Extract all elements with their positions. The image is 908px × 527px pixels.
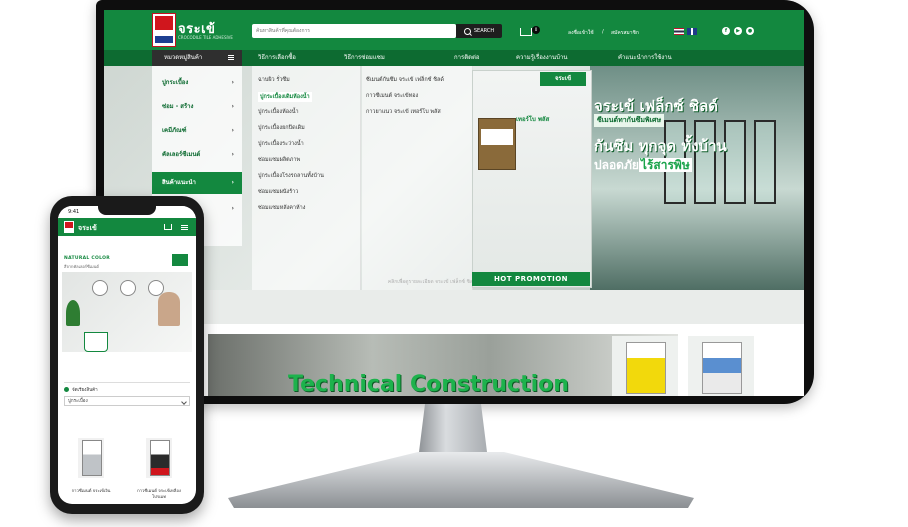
category-menu-button[interactable]: หมวดหมู่สินค้า bbox=[152, 50, 242, 66]
uk-flag-icon[interactable] bbox=[687, 28, 697, 35]
promo-brand-logo: จระเข้ bbox=[540, 72, 586, 86]
line-icon[interactable]: ● bbox=[746, 27, 754, 35]
plant-image bbox=[66, 300, 80, 326]
category-item-tiling[interactable]: ปูกระเบื้อง › bbox=[152, 72, 242, 94]
feature-badge-icon bbox=[148, 280, 164, 296]
mobile-cart-icon[interactable] bbox=[164, 224, 172, 230]
mobile-product-card[interactable] bbox=[78, 438, 104, 478]
filter-dot-icon bbox=[64, 387, 69, 392]
search-input[interactable] bbox=[256, 24, 452, 38]
brand-logo[interactable] bbox=[152, 13, 176, 47]
chevron-right-icon: › bbox=[231, 79, 234, 86]
product-bag-image bbox=[478, 118, 516, 170]
mobile-header: จระเข้ bbox=[58, 218, 196, 236]
category-label: คัลเลอร์ซีเมนต์ bbox=[162, 151, 201, 158]
submenu-item[interactable]: ซ่อมแซมหลังคาห้าง bbox=[258, 204, 305, 212]
login-link[interactable]: ลงชื่อเข้าใช้ bbox=[568, 29, 594, 37]
submenu-item[interactable]: ปูกระเบื้องห้องน้ำ bbox=[258, 108, 299, 116]
mobile-product-name[interactable]: กาวซีเมนต์ จระเข้เงิน bbox=[66, 488, 116, 494]
register-link[interactable]: สมัครสมาชิก bbox=[611, 29, 639, 37]
hamburger-icon bbox=[228, 55, 234, 56]
hot-promotion-label: HOT PROMOTION bbox=[472, 272, 590, 286]
nav-item-knowledge[interactable]: ความรู้เรื่องงานบ้าน bbox=[516, 50, 567, 66]
submenu-item[interactable]: ปูกระเบื้องระว่างน้ำ bbox=[258, 140, 304, 148]
hero-safety-line: ปลอดภัย ไร้สารพิษ bbox=[594, 156, 692, 175]
nav-item-buying-guide[interactable]: วิธีการเลือกซื้อ bbox=[258, 50, 296, 66]
category-label: สินค้าแนะนำ bbox=[162, 179, 196, 186]
submenu-item[interactable]: ปูกระเบื้องเดิมห้องน้ำ bbox=[258, 92, 312, 102]
mobile-product-card[interactable] bbox=[146, 438, 172, 478]
search-button-label: SEARCH bbox=[473, 28, 495, 34]
window-frame bbox=[754, 120, 776, 204]
search-box bbox=[252, 24, 456, 38]
phone-clock: 9:41 bbox=[68, 209, 80, 215]
submenu-item[interactable]: ซ่อมแซมผลิตภาพ bbox=[258, 156, 300, 164]
chevron-right-icon: › bbox=[231, 127, 234, 134]
window-frame bbox=[694, 120, 716, 204]
category-label: ซ่อม - สร้าง bbox=[162, 103, 194, 110]
cart-count-badge: 0 bbox=[532, 26, 540, 34]
chevron-right-icon: › bbox=[231, 179, 234, 186]
category-item-chemicals[interactable]: เคมีภัณฑ์ › bbox=[152, 120, 242, 142]
natural-color-title: NATURAL COLOR bbox=[64, 256, 111, 261]
chevron-right-icon: › bbox=[231, 151, 234, 158]
nav-item-contact[interactable]: การติดต่อ bbox=[454, 50, 480, 66]
submenu-item[interactable]: กาวยาแนว จระเข้ เทอร์โบ พลัส bbox=[366, 108, 441, 116]
search-icon bbox=[463, 27, 471, 35]
submenu-item[interactable]: กาวซีเมนต์ จระเข้ทอง bbox=[366, 92, 418, 100]
cart-icon[interactable] bbox=[520, 28, 532, 36]
product-thumbnail[interactable] bbox=[688, 336, 754, 396]
person-image bbox=[158, 292, 180, 326]
phone-screen: 9:41 จระเข้ NATURAL COLOR สีจากคัลเลอร์ซ… bbox=[58, 206, 196, 504]
nav-item-usage[interactable]: คำแนะนำการใช้งาน bbox=[618, 50, 672, 66]
thai-flag-icon[interactable] bbox=[674, 28, 684, 35]
header-separator: / bbox=[602, 29, 604, 35]
product-thumbnail[interactable] bbox=[612, 336, 678, 396]
submenu-item[interactable]: ซีเมนต์กันซึม จระเข้ เฟล็กซ์ ชิลด์ bbox=[366, 76, 444, 84]
category-select[interactable]: ปูกระเบื้อง bbox=[64, 396, 190, 406]
sort-label: จัดเรียงสินค้า bbox=[72, 388, 98, 393]
submenu-item[interactable]: ซ่อมแซมผนังร้าว bbox=[258, 188, 298, 196]
natural-color-subtitle: สีจากคัลเลอร์ซีเมนต์ bbox=[64, 264, 99, 269]
feature-badge-icon bbox=[92, 280, 108, 296]
youtube-icon[interactable]: ▶ bbox=[734, 27, 742, 35]
submenu-item[interactable]: ปูกระเบื้องโรงรถลานทั้งบ้าน bbox=[258, 172, 324, 180]
search-button[interactable]: SEARCH bbox=[456, 24, 502, 38]
category-menu-label: หมวดหมู่สินค้า bbox=[164, 54, 203, 61]
divider bbox=[64, 382, 190, 383]
chevron-right-icon: › bbox=[231, 205, 234, 212]
monitor-screen: จระเข้ CROCODILE TILE ADHESIVE SEARCH 0 … bbox=[104, 10, 804, 396]
category-item-color-cement[interactable]: คัลเลอร์ซีเมนต์ › bbox=[152, 144, 242, 166]
submenu-item[interactable]: ปูกระเบื้องยกปิดเดิม bbox=[258, 124, 305, 132]
facebook-icon[interactable]: f bbox=[722, 27, 730, 35]
submenu-item[interactable]: ฉาบผิว รั่วซึม bbox=[258, 76, 290, 84]
chevron-right-icon: › bbox=[231, 103, 234, 110]
brand-tagline: CROCODILE TILE ADHESIVE bbox=[178, 35, 233, 40]
category-item-recommended[interactable]: สินค้าแนะนำ › bbox=[152, 172, 242, 194]
phone-notch bbox=[98, 206, 156, 215]
hero-nontoxic-text: ไร้สารพิษ bbox=[638, 158, 692, 172]
mobile-product-name[interactable]: กาวซีเมนต์ จระเข้เหลือง โปรเมท bbox=[134, 488, 184, 500]
hero-tagline: กันซึม ทุกจุด ทั้งบ้าน bbox=[594, 137, 727, 155]
hero-safety-text: ปลอดภัย bbox=[594, 158, 639, 172]
mobile-menu-icon[interactable] bbox=[181, 225, 188, 226]
technical-construction-title: Technical Construction bbox=[288, 372, 569, 396]
category-label: เคมีภัณฑ์ bbox=[162, 127, 187, 134]
category-label: ปูกระเบื้อง bbox=[162, 79, 189, 86]
nav-item-repair[interactable]: วิธีการซ่อมแซม bbox=[344, 50, 385, 66]
monitor-stand-base bbox=[228, 452, 694, 508]
category-item-repair-build[interactable]: ซ่อม - สร้าง › bbox=[152, 96, 242, 118]
promo-product-name: เทอร์โบ พลัส bbox=[516, 116, 550, 123]
mobile-mini-logo bbox=[172, 254, 188, 266]
mobile-brand-name: จระเข้ bbox=[78, 224, 97, 232]
window-frame bbox=[724, 120, 746, 204]
mobile-brand-logo[interactable] bbox=[64, 221, 74, 233]
hero-subheadline: ซีเมนต์ทากันซึมพิเศษ bbox=[594, 114, 665, 127]
hot-promotion-card[interactable] bbox=[472, 70, 592, 288]
product-bucket-image bbox=[84, 332, 108, 352]
feature-badge-icon bbox=[120, 280, 136, 296]
